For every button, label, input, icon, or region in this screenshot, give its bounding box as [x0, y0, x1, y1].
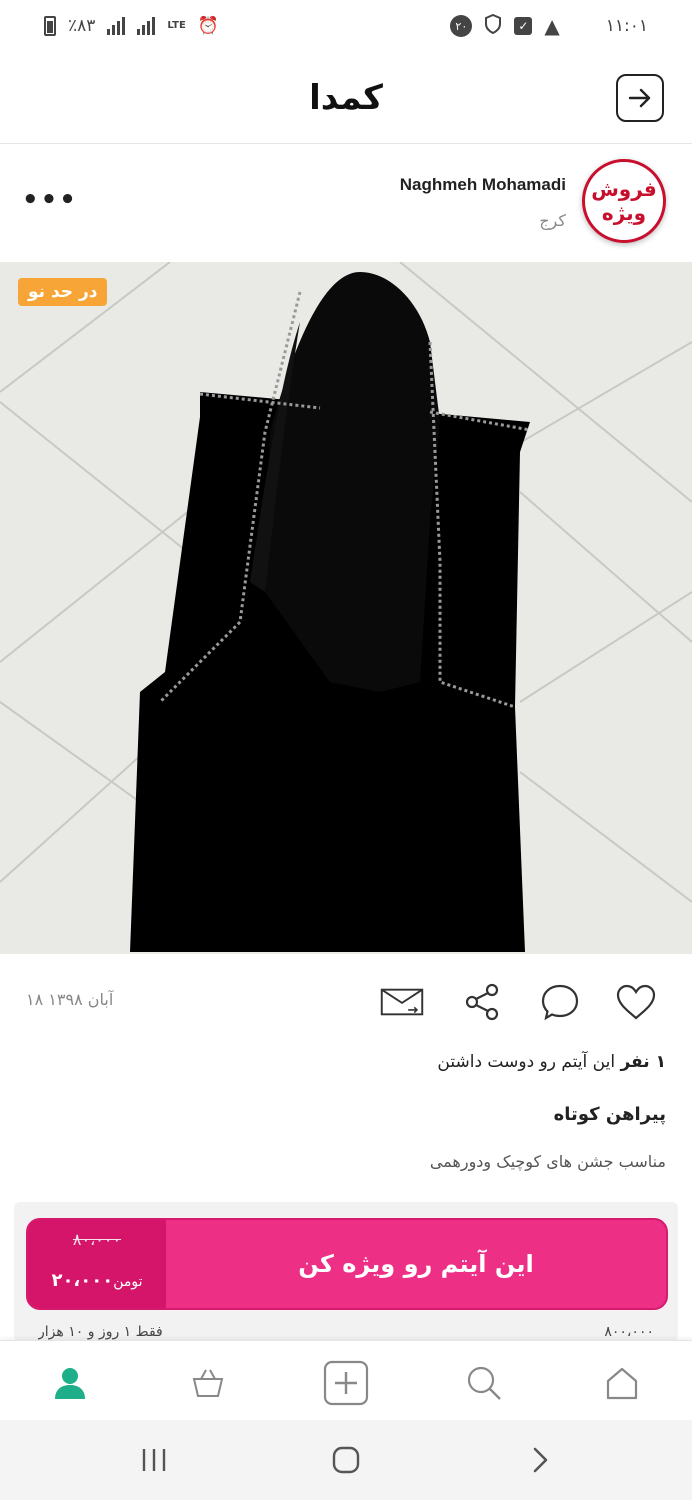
price-box: ۸۰،۰۰۰ ۲۰،۰۰۰تومن	[28, 1220, 166, 1308]
clock: ۱۱:۰۱	[605, 16, 648, 36]
arrow-right-icon	[628, 88, 651, 108]
battery-level: ٪۸۳	[68, 16, 96, 36]
product-image[interactable]	[0, 262, 692, 954]
more-options-icon[interactable]: •••	[22, 185, 78, 215]
seller-avatar[interactable]: فروش ویژه	[582, 159, 666, 243]
promote-card: ۸۰،۰۰۰ ۲۰،۰۰۰تومن این آیتم رو ویژه کن ۸۰…	[14, 1202, 678, 1342]
app-logo: کمدا	[309, 77, 383, 118]
likes-count: ۱ نفر	[620, 1052, 666, 1072]
comment-icon[interactable]	[538, 980, 582, 1024]
condition-badge: در حد نو	[18, 278, 108, 306]
plus-square-icon	[323, 1360, 369, 1406]
product-description: مناسب جشن های کوچیک ودورهمی	[429, 1152, 666, 1171]
checkbox-icon: ✓	[514, 17, 533, 35]
network-type: LTE	[167, 20, 186, 31]
back-button[interactable]	[616, 74, 664, 122]
notification-count-badge: ۲۰	[450, 15, 473, 37]
promote-button[interactable]: ۸۰،۰۰۰ ۲۰،۰۰۰تومن این آیتم رو ویژه کن	[26, 1218, 668, 1310]
seller-name[interactable]: Naghmeh Mohamadi	[400, 175, 566, 195]
envelope-icon[interactable]	[380, 980, 424, 1024]
signal-icon	[107, 17, 126, 35]
old-price: ۸۰،۰۰۰	[72, 1230, 122, 1249]
seller-city: کرج	[539, 211, 566, 230]
battery-icon	[44, 16, 56, 36]
warning-icon: ▲	[544, 14, 560, 38]
product-photo	[0, 262, 692, 954]
likes-line[interactable]: ۱ نفر این آیتم رو دوست داشتن	[437, 1052, 666, 1072]
share-icon[interactable]	[460, 980, 504, 1024]
search-icon	[467, 1366, 501, 1400]
profile-icon	[55, 1368, 85, 1399]
avatar-text-line1: فروش	[591, 177, 657, 201]
app-header: کمدا	[0, 52, 692, 144]
product-title: پیراهن کوتاه	[553, 1104, 666, 1125]
new-price-value: ۲۰،۰۰۰	[51, 1270, 114, 1291]
home-system-button[interactable]	[326, 1442, 366, 1478]
nav-home[interactable]	[598, 1359, 646, 1407]
status-bar: ٪۸۳ LTE ⏰ ۲۰ ✓ ▲ ۱۱:۰۱	[0, 0, 692, 52]
status-bar-right: ۲۰ ✓ ▲ ۱۱:۰۱	[450, 13, 648, 39]
nav-add[interactable]	[322, 1359, 370, 1407]
back-system-button[interactable]	[520, 1442, 560, 1478]
bottom-navigation	[0, 1340, 692, 1420]
alarm-icon: ⏰	[197, 16, 219, 36]
recents-icon	[142, 1449, 166, 1471]
basket-icon	[192, 1369, 224, 1397]
nav-profile[interactable]	[46, 1359, 94, 1407]
home-circle-icon	[332, 1446, 360, 1474]
shield-icon	[484, 13, 502, 39]
avatar-text-line2: ویژه	[601, 201, 647, 225]
post-date: ۱۸ آبان ۱۳۹۸	[26, 990, 114, 1009]
nav-search[interactable]	[460, 1359, 508, 1407]
heart-icon[interactable]	[614, 980, 658, 1024]
signal-icon-2	[137, 17, 156, 35]
currency: تومن	[113, 1274, 143, 1290]
recents-button[interactable]	[134, 1442, 174, 1478]
likes-text: این آیتم رو دوست داشتن	[437, 1052, 616, 1072]
new-price: ۲۰،۰۰۰تومن	[28, 1270, 166, 1291]
promote-label: این آیتم رو ویژه کن	[298, 1250, 534, 1278]
status-bar-left: ٪۸۳ LTE ⏰	[44, 16, 219, 36]
seller-row: فروش ویژه Naghmeh Mohamadi کرج •••	[0, 145, 692, 261]
chevron-right-icon	[533, 1447, 548, 1473]
action-row: ۱۸ آبان ۱۳۹۸	[0, 968, 692, 1038]
home-icon	[606, 1367, 638, 1400]
system-navigation	[0, 1420, 692, 1500]
nav-basket[interactable]	[184, 1359, 232, 1407]
